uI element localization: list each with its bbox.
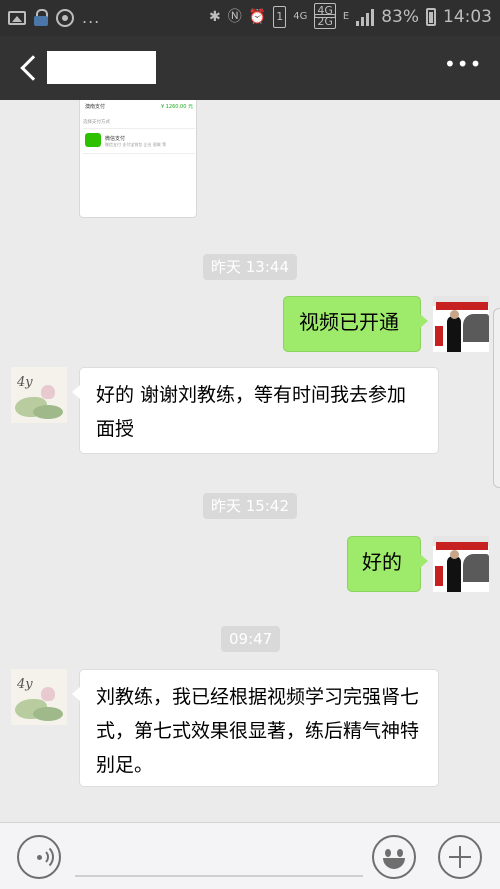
avatar-leaf-2 bbox=[33, 707, 63, 721]
lock-icon bbox=[34, 9, 48, 27]
avatar-script: 4y bbox=[17, 677, 33, 692]
card-method-desc: 微信支付 支付宝钱包 企业 银联 等 bbox=[105, 142, 167, 147]
status-bar-right: ✱ Ⓝ ⏰ 1 4G 4G 2G E 83% 14:03 bbox=[209, 3, 492, 29]
input-bar bbox=[0, 822, 500, 889]
avatar-banner bbox=[436, 542, 488, 550]
sim-indicator: 1 bbox=[273, 6, 287, 28]
avatar-banner bbox=[436, 302, 488, 310]
avatar-stand bbox=[435, 566, 443, 586]
timestamp: 昨天 15:42 bbox=[203, 493, 297, 519]
voice-wave-2 bbox=[28, 844, 54, 870]
avatar-person bbox=[447, 316, 461, 352]
emoji-icon[interactable] bbox=[372, 835, 416, 879]
message-bubble-outgoing[interactable]: 好的 bbox=[347, 536, 428, 592]
card-section-label: 选择支付方式 bbox=[83, 120, 110, 125]
gallery-icon bbox=[8, 11, 26, 25]
avatar-flower bbox=[41, 687, 55, 701]
avatar-student[interactable]: 4y bbox=[11, 367, 67, 423]
more-notifications-icon: ... bbox=[82, 8, 101, 27]
voice-icon[interactable] bbox=[17, 835, 61, 879]
nfc-icon: Ⓝ bbox=[227, 9, 242, 25]
card-method-name: 微信支付 bbox=[105, 136, 126, 142]
avatar-leaf-2 bbox=[33, 405, 63, 419]
card-amount: ¥ 1260.00 元 bbox=[160, 104, 193, 110]
battery-percent: 83% bbox=[381, 7, 419, 27]
avatar-student[interactable]: 4y bbox=[11, 669, 67, 725]
network-type: 4G bbox=[293, 11, 308, 22]
sync-icon bbox=[56, 9, 74, 27]
clock: 14:03 bbox=[443, 7, 492, 27]
avatar-stand bbox=[435, 326, 443, 346]
chat-messages[interactable]: 澳南支付 ¥ 1260.00 元 选择支付方式 微信支付 微信支付 支付宝钱包 … bbox=[0, 100, 500, 822]
chat-header: ••• bbox=[0, 36, 500, 100]
avatar-coach[interactable] bbox=[433, 296, 489, 352]
dual-network: 4G 2G bbox=[314, 3, 336, 29]
contact-name bbox=[47, 51, 156, 84]
card-header: 澳南支付 ¥ 1260.00 元 bbox=[85, 103, 193, 110]
bluetooth-icon: ✱ bbox=[209, 9, 221, 25]
signal-icon bbox=[356, 8, 375, 26]
message-bubble-incoming[interactable]: 好的 谢谢刘教练，等有时间我去参加面授 bbox=[72, 367, 439, 454]
network-box-2: 2G bbox=[314, 14, 336, 29]
message-bubble-incoming[interactable]: 刘教练，我已经根据视频学习完强肾七式，第七式效果很显著，练后精气神特别足。 bbox=[72, 669, 439, 787]
avatar-coach[interactable] bbox=[433, 536, 489, 592]
message-input[interactable] bbox=[75, 875, 363, 877]
plus-icon[interactable] bbox=[438, 835, 482, 879]
battery-icon bbox=[426, 8, 436, 26]
emoji-mouth bbox=[383, 858, 405, 869]
chevron-left-icon[interactable] bbox=[18, 52, 48, 84]
avatar-head bbox=[450, 310, 459, 319]
avatar-mountain bbox=[463, 314, 489, 342]
card-title: 澳南支付 bbox=[85, 104, 106, 110]
avatar-script: 4y bbox=[17, 375, 33, 390]
avatar-mountain bbox=[463, 554, 489, 582]
emoji-eye-right bbox=[397, 849, 403, 857]
card-payment-method: 微信支付 微信支付 支付宝钱包 企业 银联 等 bbox=[83, 128, 195, 154]
scroll-handle[interactable] bbox=[493, 308, 500, 488]
status-bar: ... ✱ Ⓝ ⏰ 1 4G 4G 2G E 83% 14:03 bbox=[0, 0, 500, 36]
avatar-head bbox=[450, 550, 459, 559]
timestamp: 09:47 bbox=[221, 626, 281, 652]
emoji-eye-left bbox=[385, 849, 391, 857]
timestamp: 昨天 13:44 bbox=[203, 254, 297, 280]
message-bubble-outgoing[interactable]: 视频已开通 bbox=[283, 296, 428, 352]
avatar-person bbox=[447, 556, 461, 592]
alarm-icon: ⏰ bbox=[248, 9, 267, 25]
payment-screenshot-image[interactable]: 澳南支付 ¥ 1260.00 元 选择支付方式 微信支付 微信支付 支付宝钱包 … bbox=[79, 100, 197, 218]
more-dots-icon[interactable]: ••• bbox=[444, 54, 481, 80]
avatar-flower bbox=[41, 385, 55, 399]
status-bar-left: ... bbox=[8, 8, 100, 28]
data-indicator: E bbox=[342, 11, 350, 22]
wechat-pay-icon bbox=[85, 133, 101, 147]
